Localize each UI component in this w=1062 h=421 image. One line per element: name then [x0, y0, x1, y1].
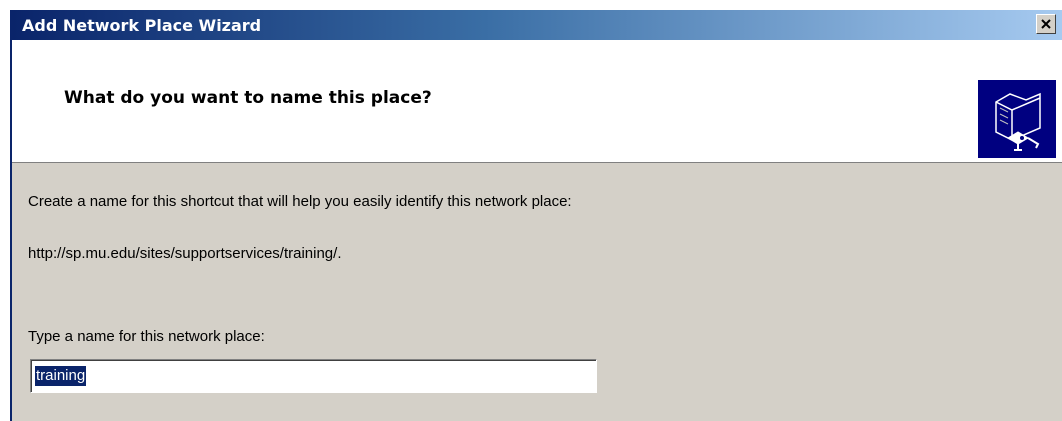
- network-folder-icon: [978, 80, 1056, 158]
- network-place-name-input[interactable]: [30, 359, 597, 393]
- wizard-window: Add Network Place Wizard What do you wan…: [10, 10, 1062, 421]
- window-title: Add Network Place Wizard: [22, 16, 262, 35]
- instruction-text: Create a name for this shortcut that wil…: [28, 193, 572, 210]
- name-field-label: Type a name for this network place:: [28, 328, 265, 345]
- network-address-text: http://sp.mu.edu/sites/supportservices/t…: [28, 245, 342, 262]
- close-icon: [1041, 19, 1051, 29]
- wizard-header: What do you want to name this place?: [12, 40, 1062, 163]
- page-title: What do you want to name this place?: [64, 88, 432, 108]
- close-button[interactable]: [1036, 14, 1056, 34]
- title-bar[interactable]: Add Network Place Wizard: [12, 10, 1062, 40]
